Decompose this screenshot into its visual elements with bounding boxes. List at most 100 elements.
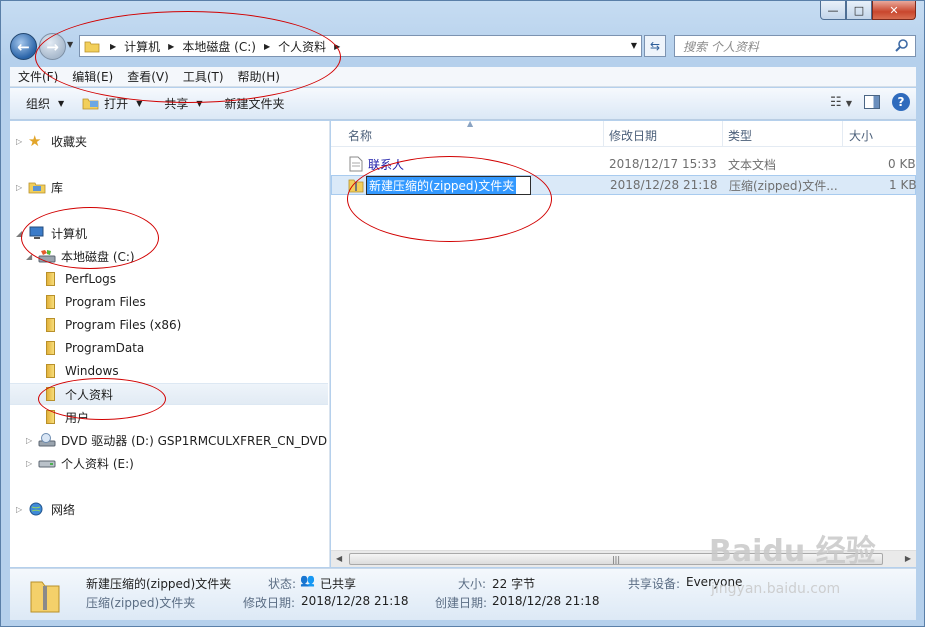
tree-item-computer[interactable]: ◢ 计算机 [16,222,87,244]
help-icon[interactable]: ? [892,93,910,111]
breadcrumb-arrow-icon[interactable]: ▶ [110,42,116,51]
tree-item-label: 库 [51,180,64,195]
star-icon: ★ [28,132,42,150]
breadcrumb-personal[interactable]: 个人资料 [278,38,326,55]
size-value: 22 字节 [492,577,536,591]
refresh-button[interactable]: ⇆ [644,35,666,57]
tree-item-folder[interactable]: Program Files (x86) [46,314,181,336]
file-row[interactable]: 联系人 2018/12/17 15:33 文本文档 0 KB [331,154,916,174]
network-icon [29,502,43,516]
shared-users-icon: 👥 [300,573,315,587]
tree-item-label: Program Files [65,295,146,309]
tree-item-folder[interactable]: Windows [46,360,119,382]
chevron-down-icon: ▼ [136,99,143,108]
search-input[interactable]: 搜索 个人资料 [674,35,916,57]
folder-icon [46,341,55,355]
preview-pane-icon[interactable] [864,95,880,109]
tree-item-folder[interactable]: ProgramData [46,337,144,359]
file-name-cell: 联系人 [349,156,404,173]
tree-item-folder[interactable]: PerfLogs [46,268,116,290]
file-modified: 2018/12/17 15:33 [609,157,717,171]
address-bar[interactable]: ▶ 计算机 ▶ 本地磁盘 (C:) ▶ 个人资料 ▶ ▼ [79,35,642,57]
search-icon[interactable] [894,38,910,54]
back-arrow-icon: ← [17,37,30,56]
collapse-arrow-icon[interactable]: ◢ [16,229,28,238]
chevron-down-icon: ▼ [196,99,203,108]
menu-help[interactable]: 帮助(H) [230,68,286,85]
folder-icon [46,272,55,286]
tree-item-drive-c[interactable]: ◢ 本地磁盘 (C:) [26,245,135,267]
expand-arrow-icon[interactable]: ▷ [26,459,38,468]
recent-pages-dropdown[interactable]: ▼ [67,40,73,49]
caption-buttons: — □ ✕ [820,1,916,20]
tree-item-favorites[interactable]: ▷ ★ 收藏夹 [16,130,87,152]
breadcrumb-arrow-icon[interactable]: ▶ [264,42,270,51]
column-divider[interactable] [603,121,604,147]
organize-label: 组织 [26,97,51,111]
column-size[interactable]: 大小 [849,127,873,144]
collapse-arrow-icon[interactable]: ◢ [26,252,38,261]
menu-file[interactable]: 文件(F) [10,68,64,85]
tree-item-label: 用户 [65,410,90,425]
forward-arrow-icon: → [46,37,59,56]
maximize-button[interactable]: □ [846,1,872,20]
scroll-left-icon[interactable]: ◀ [336,554,342,563]
rename-input[interactable]: 新建压缩的(zipped)文件夹 [366,175,532,195]
column-divider[interactable] [722,121,723,147]
column-divider[interactable] [842,121,843,147]
refresh-icon: ⇆ [649,39,661,53]
chevron-down-icon: ▼ [58,99,65,108]
menu-tools[interactable]: 工具(T) [175,68,230,85]
menu-edit[interactable]: 编辑(E) [64,68,119,85]
state-label: 状态: [268,577,297,591]
dvd-drive-icon [38,433,56,447]
state-value: 已共享 [320,577,357,591]
breadcrumb-arrow-icon[interactable]: ▶ [334,42,340,51]
address-dropdown-icon[interactable]: ▼ [631,41,637,50]
file-list-pane: ▲ 名称 修改日期 类型 大小 联系人 2018/12/17 15:33 文本文… [331,119,917,567]
library-icon [28,182,46,194]
menu-view[interactable]: 查看(V) [119,68,175,85]
tree-item-drive-e[interactable]: ▷ 个人资料 (E:) [26,452,134,474]
tree-item-network[interactable]: ▷ 网络 [16,498,75,520]
tree-item-label: 本地磁盘 (C:) [61,249,135,264]
share-label: 共享 [164,97,189,111]
column-modified[interactable]: 修改日期 [609,127,657,144]
folder-icon [46,295,55,309]
tree-item-label: 个人资料 [65,387,114,402]
back-button[interactable]: ← [10,33,37,60]
forward-button[interactable]: → [39,33,66,60]
column-name[interactable]: 名称 [348,127,372,144]
expand-arrow-icon[interactable]: ▷ [16,183,28,192]
share-label: 共享设备: [628,577,681,591]
rename-caret-space [516,177,530,194]
tree-item-label: ProgramData [65,341,145,355]
close-button[interactable]: ✕ [872,1,916,20]
file-type: 文本文档 [728,157,777,172]
tree-item-drive-d[interactable]: ▷ DVD 驱动器 (D:) GSP1RMCULXFRER_CN_DVD [26,429,327,451]
expand-arrow-icon[interactable]: ▷ [26,436,38,445]
watermark-url: jingyan.baidu.com [711,581,841,597]
breadcrumb-drive-c[interactable]: 本地磁盘 (C:) [182,38,256,55]
share-button[interactable]: 共享 ▼ [152,95,212,112]
tree-item-folder[interactable]: 用户 [46,406,89,428]
file-row-selected[interactable]: 新建压缩的(zipped)文件夹 2018/12/28 21:18 压缩(zip… [331,175,917,195]
column-type[interactable]: 类型 [728,127,752,144]
organize-button[interactable]: 组织 ▼ [10,95,74,112]
expand-arrow-icon[interactable]: ▷ [16,505,28,514]
details-title: 新建压缩的(zipped)文件夹 [86,577,232,591]
open-button[interactable]: 打开 ▼ [74,95,152,112]
new-folder-label: 新建文件夹 [224,97,285,111]
tree-item-folder[interactable]: Program Files [46,291,146,313]
created-value: 2018/12/28 21:18 [492,594,600,608]
breadcrumb-computer[interactable]: 计算机 [124,38,160,55]
folder-icon [84,41,100,52]
new-folder-button[interactable]: 新建文件夹 [213,95,295,112]
tree-item-folder-selected[interactable]: 个人资料 [10,383,328,405]
view-options-icon[interactable]: ☷ ▼ [830,95,852,110]
expand-arrow-icon[interactable]: ▷ [16,137,28,146]
breadcrumb-arrow-icon[interactable]: ▶ [168,42,174,51]
minimize-button[interactable]: — [820,1,846,20]
baidu-watermark: Baidu 经验 jingyan.baidu.com [701,521,916,611]
tree-item-libraries[interactable]: ▷ 库 [16,176,63,198]
